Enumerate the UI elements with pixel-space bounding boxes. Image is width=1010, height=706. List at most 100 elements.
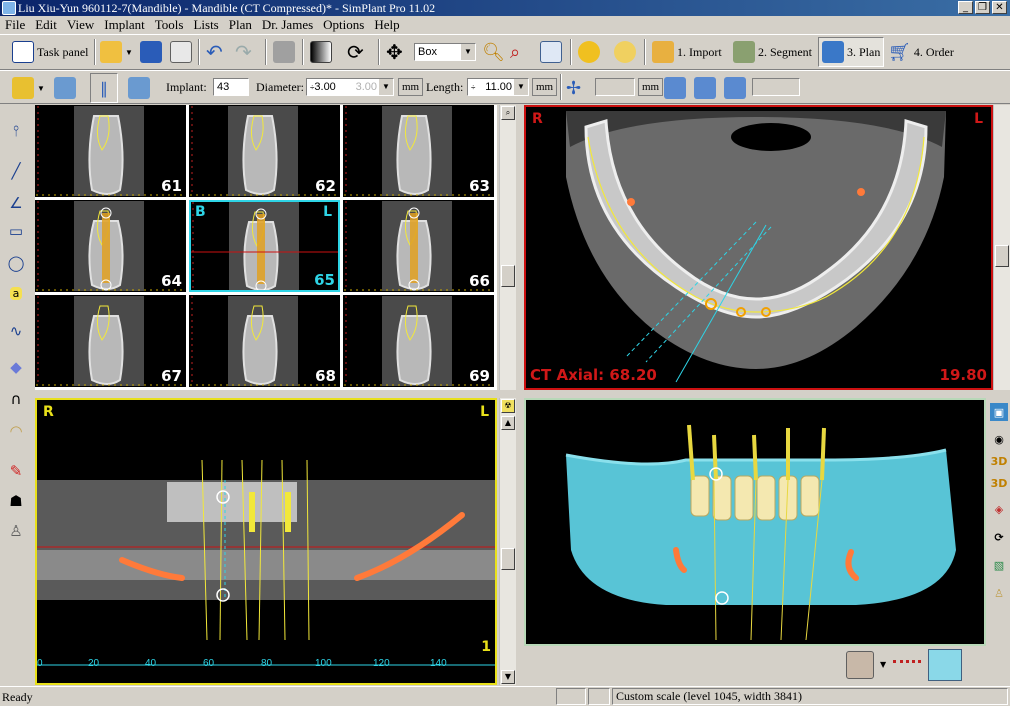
axial-panel[interactable]: R L CT Axial: 68.20 19.80 bbox=[524, 105, 993, 390]
title-bar: Liu Xiu-Yun 960112-7(Mandible) - Mandibl… bbox=[0, 0, 1010, 16]
restore-button[interactable]: ❐ bbox=[975, 1, 990, 14]
diameter-field[interactable]: ÷3.00 3.00 ▼ bbox=[306, 78, 394, 96]
jaw-thumbnail[interactable] bbox=[928, 649, 962, 681]
redo-button[interactable]: ↷ bbox=[235, 38, 252, 66]
jaw-tool[interactable]: ◠ bbox=[4, 419, 28, 443]
zoom-button[interactable]: 🔍︎ bbox=[482, 38, 505, 66]
print-button[interactable] bbox=[170, 38, 192, 66]
menu-dr-james[interactable]: Dr. James bbox=[257, 16, 318, 33]
nerve-thumbnail[interactable] bbox=[893, 660, 921, 670]
slice-number: 62 bbox=[315, 177, 336, 195]
cross-section-slice[interactable]: 61 bbox=[35, 105, 186, 197]
3d-view-button[interactable]: 3D bbox=[990, 452, 1008, 470]
implant-field[interactable]: 43 bbox=[213, 78, 249, 96]
menu-implant[interactable]: Implant bbox=[99, 16, 149, 33]
menu-file[interactable]: File bbox=[0, 16, 30, 33]
3d-view-panel[interactable] bbox=[524, 398, 986, 646]
zoom-reset-button[interactable]: ⌕ bbox=[510, 38, 520, 66]
cross-section-slice[interactable]: 68 bbox=[189, 295, 340, 387]
scroll-up-icon[interactable]: ▲ bbox=[501, 416, 515, 430]
rotate-implant-button[interactable] bbox=[664, 74, 686, 102]
close-button[interactable]: ✕ bbox=[992, 1, 1007, 14]
angle-tool[interactable]: ∠ bbox=[4, 191, 28, 215]
cross-section-slice[interactable]: 65 B L bbox=[189, 200, 340, 292]
implant-list-button[interactable] bbox=[128, 74, 150, 102]
annotation-tool[interactable]: a bbox=[4, 281, 28, 305]
cross-section-slice[interactable]: 69 bbox=[343, 295, 494, 387]
menu-plan[interactable]: Plan bbox=[224, 16, 257, 33]
menu-edit[interactable]: Edit bbox=[30, 16, 62, 33]
view-mode-select[interactable]: Box ▼ bbox=[414, 43, 476, 61]
axial-slice-value: 19.80 bbox=[939, 366, 987, 384]
chevron-down-icon[interactable]: ▼ bbox=[880, 660, 886, 669]
tilt-implant-button[interactable] bbox=[694, 74, 716, 102]
view-layout-button[interactable]: ▣ bbox=[990, 403, 1008, 421]
zoom-panel-icon[interactable]: ⌕ bbox=[501, 106, 515, 120]
save-button[interactable] bbox=[140, 38, 162, 66]
menu-options[interactable]: Options bbox=[318, 16, 369, 33]
menu-help[interactable]: Help bbox=[369, 16, 404, 33]
parallel-button[interactable]: ∥ bbox=[90, 73, 118, 103]
cross-section-scrollbar[interactable]: ⌕ bbox=[499, 105, 516, 390]
help-button[interactable] bbox=[614, 38, 636, 66]
menu-lists[interactable]: Lists bbox=[188, 16, 223, 33]
nerve-icon: ✎ bbox=[9, 462, 23, 480]
skull-thumbnail[interactable] bbox=[846, 651, 874, 679]
ellipse-tool[interactable]: ◯ bbox=[4, 251, 28, 275]
separator bbox=[560, 74, 562, 100]
3d-settings-button[interactable]: 3D bbox=[990, 474, 1008, 492]
open-button[interactable]: ▼ bbox=[100, 38, 133, 66]
tooth-view-button[interactable]: ♙ bbox=[990, 584, 1008, 602]
task-panel-button[interactable]: Task panel bbox=[12, 38, 88, 66]
cross-section-slice[interactable]: 63 bbox=[343, 105, 494, 197]
add-implant-button[interactable]: ▼ bbox=[12, 74, 45, 102]
step-order-button[interactable]: 🛒︎ 4. Order bbox=[888, 38, 954, 66]
implant-list-icon bbox=[128, 77, 150, 99]
arch-tool[interactable]: ∩ bbox=[4, 387, 28, 411]
step-plan-button[interactable]: 3. Plan bbox=[818, 37, 885, 67]
line-tool[interactable]: ╱ bbox=[4, 159, 28, 183]
tooth-tool[interactable]: ♙ bbox=[4, 519, 28, 543]
angle-field[interactable] bbox=[752, 78, 800, 96]
undo-button[interactable]: ↶ bbox=[206, 38, 223, 66]
abutment-button[interactable] bbox=[54, 74, 76, 102]
cross-section-slice[interactable]: 66 bbox=[343, 200, 494, 292]
radiation-icon[interactable]: ☢ bbox=[501, 399, 515, 413]
cross-section-slice[interactable]: 67 bbox=[35, 295, 186, 387]
nerve-tool[interactable]: ✎ bbox=[4, 459, 28, 483]
panoramic-panel[interactable]: R L 0 20 40 60 80 100 120 140 1 bbox=[35, 398, 497, 685]
scroll-down-icon[interactable]: ▼ bbox=[501, 670, 515, 684]
contrast-button[interactable] bbox=[310, 38, 332, 66]
cross-section-slice[interactable]: 64 bbox=[35, 200, 186, 292]
menu-tools[interactable]: Tools bbox=[150, 16, 189, 33]
volume-tool[interactable]: ◆ bbox=[4, 355, 28, 379]
move-implant-button[interactable]: ✢ bbox=[566, 74, 581, 102]
menu-view[interactable]: View bbox=[62, 16, 99, 33]
fit-view-button[interactable] bbox=[540, 38, 562, 66]
pan-button[interactable]: ✥ bbox=[386, 38, 403, 66]
info-button[interactable] bbox=[578, 38, 600, 66]
visibility-button[interactable]: ◉ bbox=[990, 430, 1008, 448]
step-segment-button[interactable]: 2. Segment bbox=[733, 38, 812, 66]
cross-section-slice[interactable]: 62 bbox=[189, 105, 340, 197]
curve-tool[interactable]: ∿ bbox=[4, 319, 28, 343]
cross-section-panel[interactable]: 61 62 63 64 65 B L 66 67 68 69 bbox=[35, 105, 497, 390]
spin-implant-button[interactable] bbox=[724, 74, 746, 102]
rotate-button[interactable]: ⟳ bbox=[347, 38, 364, 66]
scroll-thumb[interactable] bbox=[501, 265, 515, 287]
cube-view-button[interactable]: ▧ bbox=[990, 556, 1008, 574]
length-field[interactable]: ÷ 11.00 ▼ bbox=[467, 78, 529, 96]
color-button[interactable]: ◈ bbox=[990, 500, 1008, 518]
step-import-button[interactable]: 1. Import bbox=[652, 38, 722, 66]
clipboard-button[interactable] bbox=[273, 38, 295, 66]
implant-tool[interactable]: ⫯ bbox=[4, 119, 28, 143]
patient-tool[interactable]: ☗ bbox=[4, 489, 28, 513]
rotate-3d-button[interactable]: ⟳ bbox=[990, 528, 1008, 546]
offset-field[interactable] bbox=[595, 78, 635, 96]
minimize-button[interactable]: _ bbox=[958, 1, 973, 14]
rectangle-tool[interactable]: ▭ bbox=[4, 219, 28, 243]
panoramic-scrollbar[interactable]: ☢ ▲ ▼ bbox=[499, 398, 516, 685]
scroll-thumb[interactable] bbox=[501, 548, 515, 570]
scroll-thumb[interactable] bbox=[995, 245, 1009, 267]
axial-scrollbar[interactable] bbox=[993, 105, 1010, 390]
